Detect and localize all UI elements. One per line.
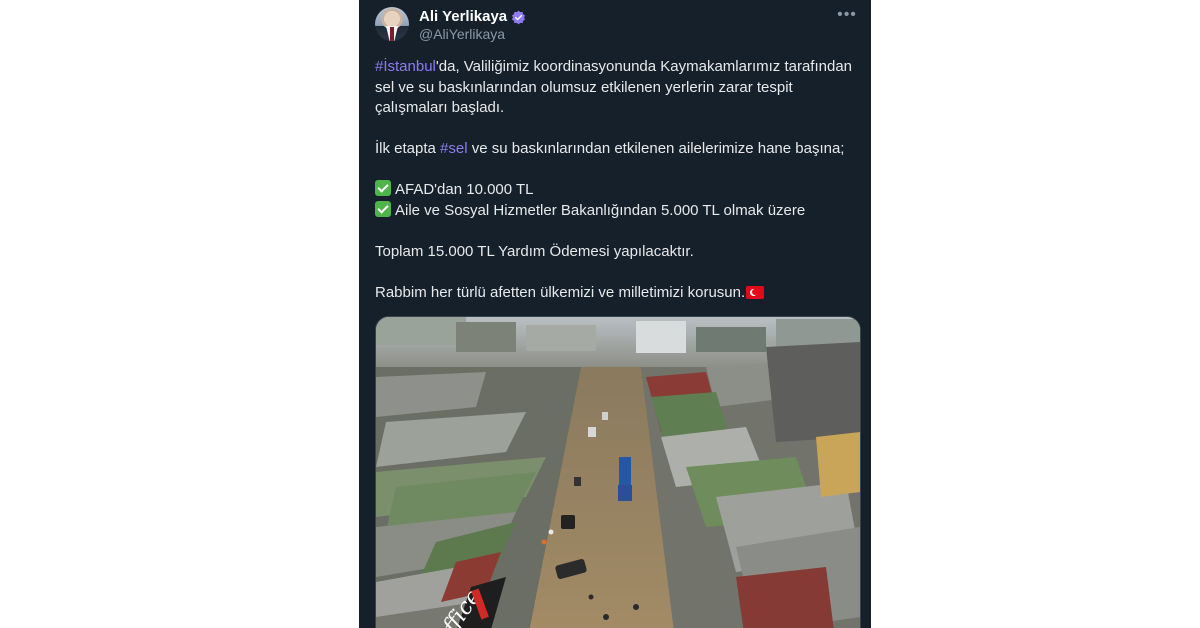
check-mark-icon — [375, 180, 391, 196]
list-item: AFAD'dan 10.000 TL — [375, 180, 859, 201]
check-mark-icon — [375, 200, 391, 217]
list-item-ministry: Aile ve Sosyal Hizmetler Bakanlığından 5… — [395, 201, 806, 219]
paragraph-2-text: ve su baskınlarından etkilenen ailelerim… — [467, 140, 845, 157]
more-options-icon[interactable]: ••• — [835, 7, 859, 27]
paragraph-2-prefix: İlk etapta — [375, 140, 441, 157]
tweet-paragraph-1: #İstanbul'da, Valiliğimiz koordinasyonun… — [375, 57, 859, 119]
list-item-afad: AFAD'dan 10.000 TL — [395, 181, 534, 198]
tweet-header: Ali Yerlikaya @AliYerlikaya ••• — [375, 7, 859, 43]
paragraph-1-text: 'da, Valiliğimiz koordinasyonunda Kaymak… — [375, 58, 853, 116]
turkey-flag-icon — [746, 285, 765, 299]
tweet-media-photo[interactable]: ffice — [375, 316, 861, 628]
closing-text: Rabbim her türlü afetten ülkemizi ve mil… — [375, 283, 746, 301]
avatar[interactable] — [375, 7, 409, 41]
tweet-closing-line: Rabbim her türlü afetten ülkemizi ve mil… — [375, 283, 859, 304]
verified-badge-icon — [512, 10, 526, 24]
author-handle[interactable]: @AliYerlikaya — [419, 26, 505, 43]
author-display-name[interactable]: Ali Yerlikaya — [419, 8, 507, 26]
author-name-row[interactable]: Ali Yerlikaya — [419, 8, 526, 26]
tweet-card[interactable]: Ali Yerlikaya @AliYerlikaya ••• #İstanbu… — [359, 0, 871, 628]
tweet-total-line: Toplam 15.000 TL Yardım Ödemesi yapılaca… — [375, 242, 694, 260]
hashtag-istanbul[interactable]: #İstanbul — [375, 58, 436, 75]
tweet-text: #İstanbul'da, Valiliğimiz koordinasyonun… — [375, 57, 859, 303]
aerial-photo-illustration: ffice — [376, 317, 860, 628]
tweet-paragraph-2: İlk etapta #sel ve su baskınlarından etk… — [375, 139, 859, 160]
list-item: Aile ve Sosyal Hizmetler Bakanlığından 5… — [375, 200, 859, 222]
hashtag-sel[interactable]: #sel — [440, 140, 468, 157]
